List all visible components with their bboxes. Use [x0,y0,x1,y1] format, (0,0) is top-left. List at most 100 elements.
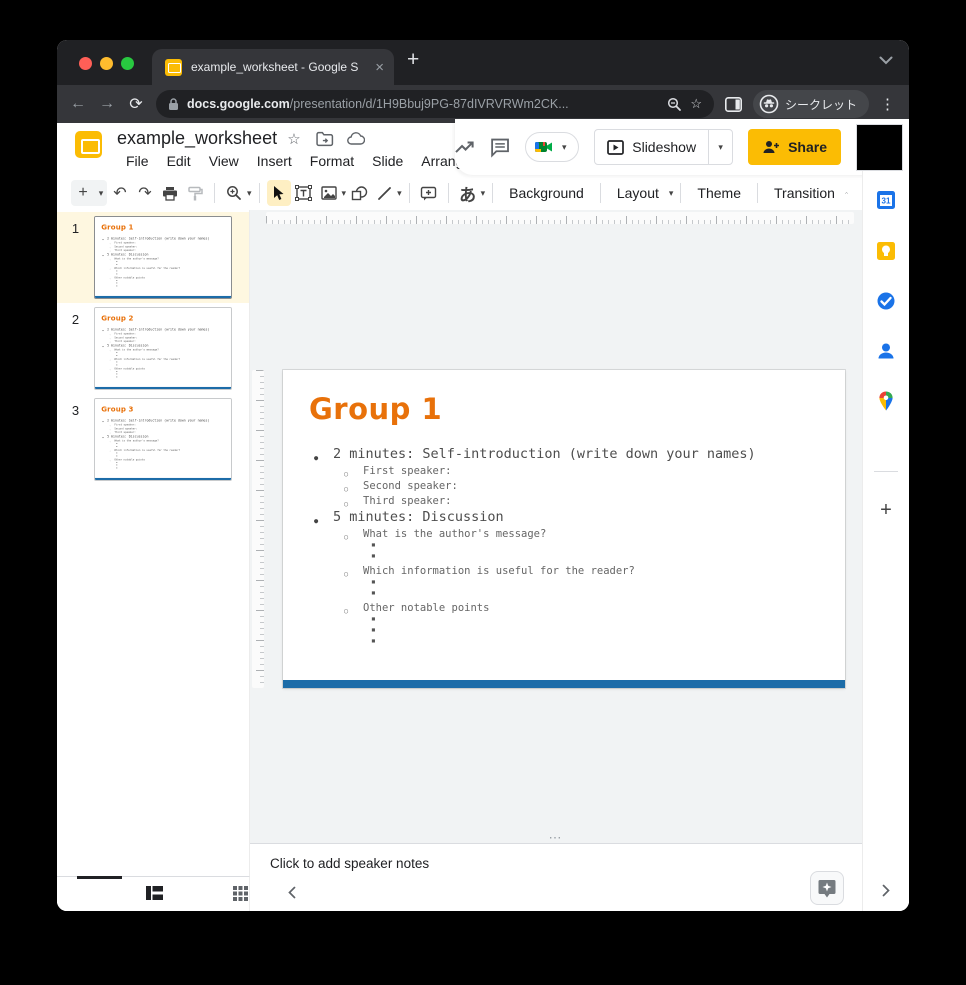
menu-format[interactable]: Format [301,150,363,172]
incognito-icon [759,94,779,114]
filmstrip-row-1[interactable]: 1Group 12 minutes: Self-introduction (wr… [57,212,249,303]
slides-logo-icon[interactable] [75,131,102,158]
move-to-folder-icon[interactable] [316,130,334,148]
slide-number: 3 [57,398,94,485]
browser-tab[interactable]: example_worksheet - Google S × [152,49,394,85]
slide-title[interactable]: Group 1 [309,392,442,426]
document-title[interactable]: example_worksheet [117,128,277,149]
bullet-level-1: 5 minutes: Discussion [101,434,229,438]
filmstrip-view-bar [57,876,250,911]
slide[interactable]: Group 1 2 minutes: Self-introduction (wri… [283,370,845,688]
image-caret-icon[interactable]: ▾ [342,188,347,199]
slideshow-caret-icon: ▾ [715,142,727,153]
close-window-button[interactable] [79,57,92,70]
background-button[interactable]: Background [500,185,593,201]
insert-comment-button[interactable] [417,180,441,206]
undo-button[interactable]: ↶ [108,180,132,206]
active-view-indicator [77,876,122,879]
address-bar[interactable]: docs.google.com/presentation/d/1H9Bbuj9P… [156,90,714,118]
bullet-level-2: Third speaker: [309,494,837,509]
paint-format-button[interactable] [183,180,207,206]
filmstrip-row-3[interactable]: 3Group 32 minutes: Self-introduction (wr… [57,394,249,485]
maps-icon[interactable] [876,391,896,411]
insert-line-button[interactable] [372,180,396,206]
menu-edit[interactable]: Edit [158,150,200,172]
print-button[interactable] [158,180,182,206]
bullet-level-1: 5 minutes: Discussion [101,252,229,256]
text-box-button[interactable] [292,180,316,206]
ime-icon: あ [459,181,476,206]
select-tool-button[interactable] [267,180,291,206]
layout-caret-icon[interactable]: ▾ [669,188,674,199]
hide-menus-chevron-icon[interactable] [845,189,848,197]
layout-button[interactable]: Layout [608,185,668,201]
slide-title: Group 3 [101,405,133,414]
back-icon[interactable]: ← [69,95,87,113]
gemini-spark-button[interactable] [810,871,844,905]
insert-image-button[interactable] [317,180,341,206]
filmstrip-view-icon[interactable] [146,886,163,900]
line-caret-icon[interactable]: ▾ [397,188,402,199]
current-slide[interactable]: Group 1 2 minutes: Self-introduction (wri… [283,370,845,688]
redo-button[interactable]: ↷ [133,180,157,206]
meet-button[interactable]: ▾ [525,132,579,162]
get-addons-button[interactable]: + [880,499,892,522]
input-tools-button[interactable]: あ [456,180,480,206]
incognito-badge: シークレット [753,90,869,118]
keep-icon[interactable] [876,241,896,261]
slide-thumbnail[interactable]: Group 12 minutes: Self-introduction (wri… [94,216,232,299]
url-path: /presentation/d/1H9Bbuj9PG-87dIVRVRWm2CK… [290,97,569,111]
zoom-caret-icon[interactable]: ▾ [247,188,252,199]
zoom-button[interactable] [222,180,246,206]
slide-body-textbox[interactable]: 2 minutes: Self-introduction (write down… [309,446,837,649]
grid-view-icon[interactable] [233,886,248,901]
star-document-icon[interactable]: ☆ [285,130,303,148]
zoom-page-icon[interactable] [667,97,682,112]
redo-icon: ↷ [138,183,151,203]
side-panel-icon[interactable] [725,97,742,112]
menu-file[interactable]: File [117,150,158,172]
slide: Group 12 minutes: Self-introduction (wri… [95,217,231,298]
lock-icon [168,98,179,111]
slide-thumbnail[interactable]: Group 22 minutes: Self-introduction (wri… [94,307,232,390]
share-button[interactable]: Share [748,129,841,165]
browser-menu-icon[interactable]: ⋮ [880,95,895,113]
ime-caret-icon[interactable]: ▾ [481,188,486,199]
meet-caret-icon: ▾ [558,142,570,153]
menu-view[interactable]: View [200,150,248,172]
slideshow-dropdown[interactable]: ▾ [708,129,732,165]
slide-thumbnail[interactable]: Group 32 minutes: Self-introduction (wri… [94,398,232,481]
speaker-notes-placeholder[interactable]: Click to add speaker notes [270,856,429,871]
cloud-saved-icon[interactable] [347,130,365,148]
calendar-icon[interactable]: 31 [876,190,896,210]
theme-button[interactable]: Theme [688,185,750,201]
new-slide-caret-icon[interactable]: ▾ [95,188,107,199]
bookmark-star-icon[interactable]: ☆ [690,96,702,112]
collapse-filmstrip-chevron-icon[interactable] [288,886,296,899]
minimize-window-button[interactable] [100,57,113,70]
transition-button[interactable]: Transition [765,185,844,201]
forward-icon[interactable]: → [98,95,116,113]
activity-trend-icon[interactable] [455,134,475,160]
tab-search-chevron-icon[interactable] [879,56,893,65]
menu-insert[interactable]: Insert [248,150,301,172]
reload-icon[interactable]: ⟳ [127,94,145,114]
new-slide-button[interactable]: + [71,180,95,206]
contacts-icon[interactable] [876,341,896,361]
spark-icon [818,879,836,898]
insert-shape-button[interactable] [347,180,371,206]
filmstrip-row-2[interactable]: 2Group 22 minutes: Self-introduction (wr… [57,303,249,394]
zoom-window-button[interactable] [121,57,134,70]
comment-history-icon[interactable] [490,134,510,160]
tasks-icon[interactable] [876,291,896,311]
expand-side-panel-chevron-icon[interactable] [882,884,890,897]
user-avatar[interactable] [856,124,903,171]
slideshow-button[interactable]: Slideshow [595,139,708,155]
speaker-notes-panel[interactable]: Click to add speaker notes [250,843,862,911]
menu-slide[interactable]: Slide [363,150,412,172]
notes-resize-handle[interactable]: ⋯ [250,834,862,842]
tab-close-icon[interactable]: × [375,59,384,76]
workspace-side-panel: 31 + [862,171,909,911]
new-tab-button[interactable]: + [407,48,419,72]
bullet-level-2: First speaker: [309,464,837,479]
